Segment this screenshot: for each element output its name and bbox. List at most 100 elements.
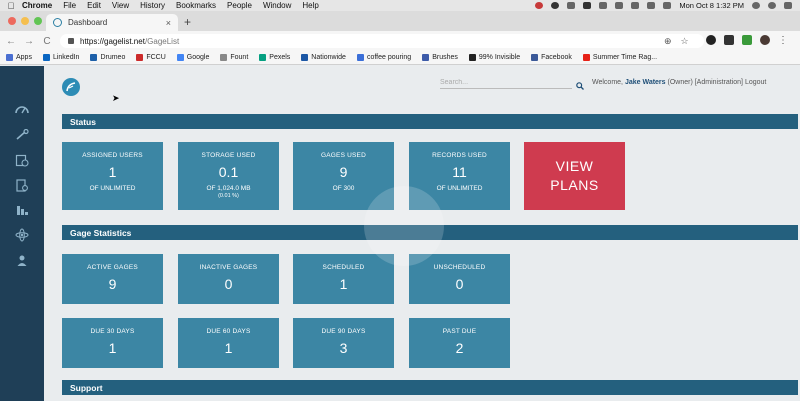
minimize-window-button[interactable]: [21, 17, 29, 25]
bookmark-item[interactable]: Drumeo: [90, 54, 125, 61]
user-name[interactable]: Jake Waters: [625, 79, 666, 86]
bookmark-item[interactable]: Pexels: [259, 54, 290, 61]
inactive-gages-card[interactable]: INACTIVE GAGES 0: [178, 254, 279, 304]
search-icon[interactable]: [576, 77, 584, 95]
dropbox-icon[interactable]: [567, 2, 576, 9]
user-icon[interactable]: [14, 253, 30, 267]
bookmark-favicon-icon: [356, 54, 364, 61]
menu-edit[interactable]: Edit: [87, 1, 101, 10]
unscheduled-card[interactable]: UNSCHEDULED 0: [409, 254, 510, 304]
bookmark-favicon-icon: [301, 54, 309, 61]
close-tab-icon[interactable]: ×: [166, 18, 171, 28]
calendar-clock-icon[interactable]: [14, 153, 30, 167]
wifi-icon[interactable]: [615, 2, 624, 9]
url-input[interactable]: https://gagelist.net/GageList: [60, 34, 704, 48]
card-title: PAST DUE: [442, 328, 477, 335]
assigned-users-card[interactable]: ASSIGNED USERS 1 OF UNLIMITED: [62, 142, 163, 210]
search-input[interactable]: [440, 77, 572, 88]
bookmark-label: Brushes: [432, 54, 458, 61]
menu-view[interactable]: View: [112, 1, 129, 10]
forward-button[interactable]: →: [22, 36, 36, 47]
back-button[interactable]: ←: [4, 36, 18, 47]
bookmark-item[interactable]: Fount: [220, 54, 248, 61]
extension-dark-icon[interactable]: [706, 35, 716, 45]
card-value: 0: [455, 276, 464, 292]
bookmark-item[interactable]: Nationwide: [301, 54, 346, 61]
card-value: 1: [339, 276, 348, 292]
bookmark-favicon-icon: [176, 54, 184, 61]
bookmark-star-icon[interactable]: ☆: [681, 36, 689, 47]
volume-icon[interactable]: [631, 2, 640, 9]
bookmark-favicon-icon: [90, 54, 98, 61]
bookmark-label: Pexels: [269, 54, 291, 61]
bookmark-item[interactable]: 99% Invisible: [468, 54, 520, 61]
due-30-days-card[interactable]: DUE 30 DAYS 1: [62, 318, 163, 368]
reports-bars-icon[interactable]: [14, 203, 30, 217]
search-field[interactable]: [440, 77, 572, 89]
zoom-window-button[interactable]: [34, 17, 42, 25]
status-icon[interactable]: [551, 2, 560, 9]
battery-icon[interactable]: [647, 2, 656, 9]
skype-icon[interactable]: [583, 2, 592, 9]
menu-help[interactable]: Help: [302, 1, 318, 10]
tab-dashboard[interactable]: Dashboard ×: [46, 14, 178, 31]
mouse-cursor-icon: ➤: [112, 93, 120, 103]
menu-chrome[interactable]: Chrome: [22, 1, 52, 10]
apple-icon[interactable]: : [0, 1, 22, 11]
flag-icon[interactable]: [663, 2, 672, 9]
bookmark-label: Drumeo: [100, 54, 126, 61]
bookmark-item[interactable]: Brushes: [422, 54, 458, 61]
bookmark-item[interactable]: LinkedIn: [42, 54, 79, 61]
active-gages-card[interactable]: ACTIVE GAGES 9: [62, 254, 163, 304]
extension-monitor-icon[interactable]: [724, 35, 734, 45]
due-60-days-card[interactable]: DUE 60 DAYS 1: [178, 318, 279, 368]
profile-avatar[interactable]: [760, 35, 770, 45]
past-due-card[interactable]: PAST DUE 2: [409, 318, 510, 368]
card-title: STORAGE USED: [201, 152, 256, 159]
gagelist-logo-icon[interactable]: [62, 78, 80, 96]
bookmark-label: Nationwide: [311, 54, 346, 61]
reload-button[interactable]: C: [40, 36, 54, 47]
bookmark-label: Summer Time Rag...: [592, 54, 658, 61]
card-title: SCHEDULED: [322, 264, 365, 271]
due-90-days-card[interactable]: DUE 90 DAYS 3: [293, 318, 394, 368]
zoom-icon[interactable]: ⊕: [664, 36, 672, 47]
menu-people[interactable]: People: [227, 1, 252, 10]
kebab-menu-icon[interactable]: ⋮: [778, 35, 788, 46]
card-subtitle-percent: (0.01 %): [218, 193, 239, 199]
settings-atom-icon[interactable]: [14, 228, 30, 242]
role-text[interactable]: (Owner) [Administration]: [668, 79, 743, 86]
card-value: 0: [224, 276, 233, 292]
menu-file[interactable]: File: [63, 1, 76, 10]
storage-used-card[interactable]: STORAGE USED 0.1 OF 1,024.0 MB (0.01 %): [178, 142, 279, 210]
bookmark-item[interactable]: Google: [176, 54, 209, 61]
bookmark-item[interactable]: FCCU: [136, 54, 166, 61]
gage-statistics-title: Gage Statistics: [70, 227, 132, 238]
record-icon[interactable]: [535, 2, 544, 9]
document-search-icon[interactable]: [14, 178, 30, 192]
bookmark-item[interactable]: Summer Time Rag...: [582, 54, 658, 61]
bookmark-item[interactable]: Apps: [6, 54, 32, 61]
card-title: RECORDS USED: [432, 152, 487, 159]
bluetooth-icon[interactable]: [599, 2, 608, 9]
close-window-button[interactable]: [8, 17, 16, 25]
menu-bookmarks[interactable]: Bookmarks: [176, 1, 216, 10]
bookmark-item[interactable]: coffee pouring: [356, 54, 411, 61]
card-title: DUE 90 DAYS: [321, 328, 366, 335]
siri-icon[interactable]: [768, 2, 776, 9]
extension-check-icon[interactable]: [742, 35, 752, 45]
logout-link[interactable]: Logout: [745, 79, 766, 86]
menu-history[interactable]: History: [140, 1, 165, 10]
scheduled-card[interactable]: SCHEDULED 1: [293, 254, 394, 304]
menu-list-icon[interactable]: [784, 2, 792, 9]
menu-window[interactable]: Window: [263, 1, 291, 10]
search-icon[interactable]: [752, 2, 760, 9]
gage-tool-icon[interactable]: [14, 128, 30, 142]
new-tab-button[interactable]: +: [184, 15, 191, 29]
dashboard-gauge-icon[interactable]: [14, 102, 30, 116]
status-section-header: Status: [62, 114, 798, 129]
card-title: GAGES USED: [321, 152, 366, 159]
clock[interactable]: Mon Oct 8 1:32 PM: [679, 1, 744, 10]
view-plans-button[interactable]: VIEW PLANS: [524, 142, 625, 210]
bookmark-item[interactable]: Facebook: [531, 54, 572, 61]
